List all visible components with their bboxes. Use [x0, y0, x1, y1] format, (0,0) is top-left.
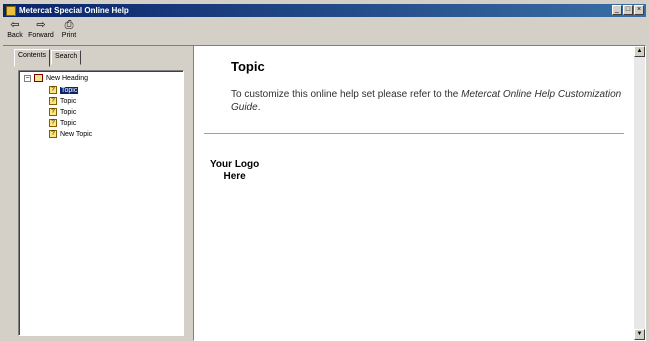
back-button[interactable]: ⇦ Back	[5, 19, 25, 39]
window-title: Metercat Special Online Help	[19, 6, 129, 15]
divider	[204, 133, 624, 134]
back-label: Back	[7, 32, 23, 39]
scroll-down-icon[interactable]: ▼	[634, 329, 645, 340]
topic-page-icon: ?	[49, 86, 57, 94]
topic-body: To customize this online help set please…	[231, 88, 631, 114]
tree-heading[interactable]: − New Heading	[24, 74, 88, 82]
logo-line-1: Your Logo	[210, 159, 260, 170]
collapse-icon[interactable]: −	[24, 74, 31, 82]
app-icon	[6, 5, 16, 16]
topic-page-icon: ?	[49, 119, 57, 127]
tree-item-label: Topic	[60, 97, 77, 105]
tree-heading-label: New Heading	[46, 74, 89, 82]
print-button[interactable]: ⎙ Print	[58, 19, 80, 39]
tree-item[interactable]: ? New Topic	[49, 130, 92, 138]
book-open-icon	[34, 74, 43, 82]
contents-tree: − New Heading ? Topic ? Topic ? Topic ? …	[18, 70, 184, 336]
printer-icon: ⎙	[64, 19, 74, 31]
forward-label: Forward	[28, 32, 54, 39]
back-arrow-icon: ⇦	[10, 19, 20, 31]
print-label: Print	[61, 32, 77, 39]
vertical-scrollbar[interactable]: ▲ ▼	[634, 46, 645, 340]
maximize-button[interactable]: □	[623, 5, 633, 15]
tree-item[interactable]: ? Topic	[49, 97, 76, 105]
tree-item[interactable]: ? Topic	[49, 86, 79, 94]
tree-item[interactable]: ? Topic	[49, 119, 76, 127]
minimize-button[interactable]: _	[612, 5, 622, 15]
forward-arrow-icon: ⇨	[36, 19, 46, 31]
toolbar: ⇦ Back ⇨ Forward ⎙ Print	[3, 18, 646, 46]
tree-item-label: Topic	[60, 119, 77, 127]
tree-item-label: Topic	[60, 86, 79, 94]
body-text: To customize this online help set please…	[231, 89, 462, 100]
topic-page-icon: ?	[49, 97, 57, 105]
title-bar: Metercat Special Online Help _ □ ×	[3, 4, 646, 17]
logo-placeholder: Your Logo Here	[210, 159, 259, 183]
tab-search[interactable]: Search	[51, 50, 82, 65]
help-window: Metercat Special Online Help _ □ × ⇦ Bac…	[0, 0, 649, 341]
logo-line-2: Here	[223, 171, 246, 182]
tree-item-label: New Topic	[60, 130, 93, 138]
tab-contents[interactable]: Contents	[14, 49, 51, 67]
scroll-up-icon[interactable]: ▲	[634, 46, 645, 57]
forward-button[interactable]: ⇨ Forward	[26, 19, 56, 39]
topic-title: Topic	[231, 59, 265, 74]
navigation-pane: Contents Search − New Heading ? Topic ? …	[14, 49, 188, 337]
topic-page-icon: ?	[49, 108, 57, 116]
topic-page-icon: ?	[49, 130, 57, 138]
close-button[interactable]: ×	[634, 5, 644, 15]
tree-item[interactable]: ? Topic	[49, 108, 76, 116]
content-pane: Topic To customize this online help set …	[193, 45, 646, 341]
tree-item-label: Topic	[60, 108, 77, 116]
body-period: .	[257, 102, 261, 113]
